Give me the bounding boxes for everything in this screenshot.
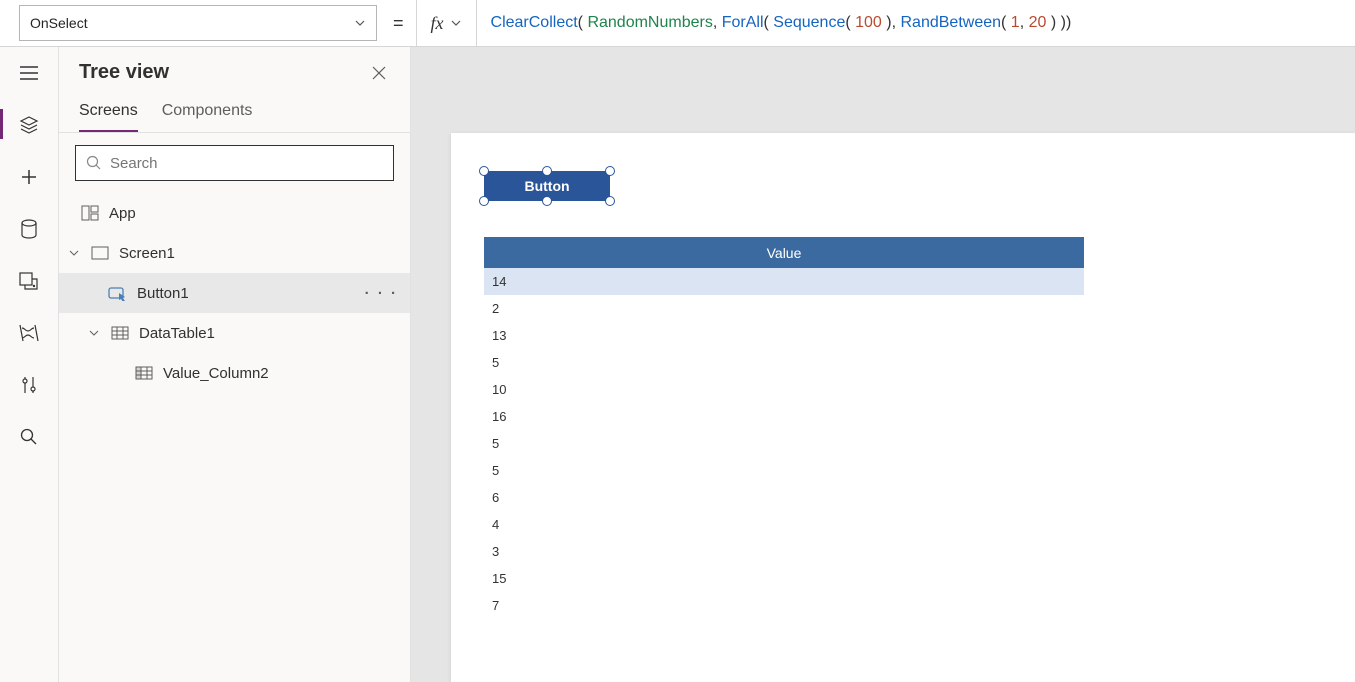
tree-item-label: Screen1 — [119, 245, 175, 262]
screen-icon — [89, 246, 111, 260]
datatable-header[interactable]: Value — [484, 237, 1084, 268]
hamburger-icon[interactable] — [18, 62, 40, 84]
chevron-down-icon — [354, 17, 366, 29]
resize-handle[interactable] — [605, 196, 615, 206]
canvas-datatable[interactable]: Value 142135101655643157 — [484, 237, 1084, 619]
table-row[interactable]: 15 — [484, 565, 1084, 592]
table-row[interactable]: 5 — [484, 430, 1084, 457]
formula-input[interactable]: ClearCollect( RandomNumbers, ForAll( Seq… — [476, 0, 1355, 47]
tab-screens[interactable]: Screens — [79, 102, 138, 132]
resize-handle[interactable] — [542, 196, 552, 206]
tab-components[interactable]: Components — [162, 102, 253, 132]
table-row[interactable]: 3 — [484, 538, 1084, 565]
tools-rail-icon[interactable] — [18, 374, 40, 396]
formula-topbar: OnSelect = fx ClearCollect( RandomNumber… — [0, 0, 1355, 47]
tree-view-title: Tree view — [79, 61, 169, 84]
tree-item-button1[interactable]: Button1 · · · — [59, 273, 410, 313]
tree-view-panel: Tree view Screens Components App — [59, 47, 411, 682]
screen-canvas[interactable]: Button Value 142135101655643157 — [451, 133, 1355, 682]
app-icon — [79, 205, 101, 221]
resize-handle[interactable] — [605, 166, 615, 176]
button-icon — [107, 285, 129, 301]
tree-item-datatable1[interactable]: DataTable1 — [59, 313, 410, 353]
tree-item-label: Button1 — [137, 285, 189, 302]
table-row[interactable]: 16 — [484, 403, 1084, 430]
fx-dropdown[interactable]: fx — [416, 0, 476, 47]
property-dropdown[interactable]: OnSelect — [19, 5, 377, 41]
tree-item-valuecolumn[interactable]: Value_Column2 — [59, 353, 410, 393]
more-button[interactable]: · · · — [365, 285, 398, 302]
left-rail — [0, 47, 59, 682]
search-input[interactable] — [75, 145, 394, 181]
table-row[interactable]: 10 — [484, 376, 1084, 403]
table-row[interactable]: 14 — [484, 268, 1084, 295]
search-input-field[interactable] — [110, 155, 383, 172]
table-row[interactable]: 7 — [484, 592, 1084, 619]
column-icon — [133, 366, 155, 380]
media-rail-icon[interactable] — [18, 270, 40, 292]
canvas-area[interactable]: Button Value 142135101655643157 — [411, 47, 1355, 682]
tree-item-app[interactable]: App — [59, 193, 410, 233]
data-rail-icon[interactable] — [18, 218, 40, 240]
property-dropdown-value: OnSelect — [30, 15, 88, 31]
search-icon — [86, 155, 102, 171]
canvas-button[interactable]: Button — [484, 171, 610, 201]
table-row[interactable]: 13 — [484, 322, 1084, 349]
table-row[interactable]: 5 — [484, 349, 1084, 376]
equals-label: = — [393, 13, 404, 34]
table-row[interactable]: 2 — [484, 295, 1084, 322]
canvas-button-label: Button — [524, 178, 569, 194]
table-row[interactable]: 5 — [484, 457, 1084, 484]
close-icon[interactable] — [372, 66, 386, 80]
variables-rail-icon[interactable] — [18, 322, 40, 344]
resize-handle[interactable] — [479, 196, 489, 206]
insert-rail-icon[interactable] — [18, 166, 40, 188]
tree-item-label: DataTable1 — [139, 325, 215, 342]
resize-handle[interactable] — [542, 166, 552, 176]
tree-item-label: App — [109, 205, 136, 222]
chevron-down-icon[interactable] — [69, 248, 81, 258]
fx-label: fx — [431, 13, 444, 34]
chevron-down-icon[interactable] — [89, 328, 101, 338]
tree-item-screen1[interactable]: Screen1 — [59, 233, 410, 273]
chevron-down-icon — [450, 17, 462, 29]
resize-handle[interactable] — [479, 166, 489, 176]
datatable-icon — [109, 326, 131, 340]
table-row[interactable]: 6 — [484, 484, 1084, 511]
tree-view-rail-icon[interactable] — [18, 114, 40, 136]
table-row[interactable]: 4 — [484, 511, 1084, 538]
search-rail-icon[interactable] — [18, 426, 40, 448]
tree-item-label: Value_Column2 — [163, 365, 269, 382]
